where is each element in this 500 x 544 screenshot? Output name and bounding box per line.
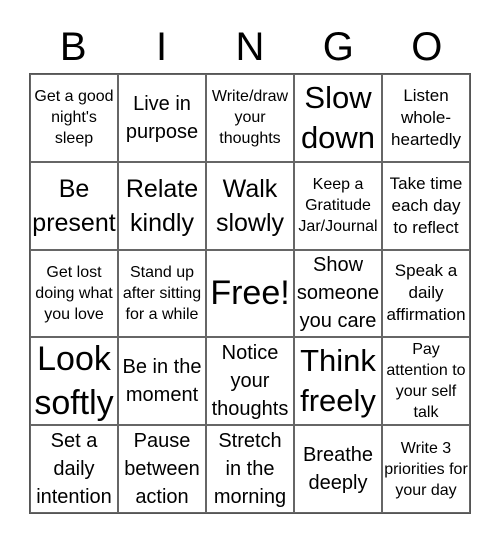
bingo-cell[interactable]: Write/draw your thoughts [206,74,294,162]
bingo-cell[interactable]: Think freely [294,337,382,426]
bingo-cell[interactable]: Stand up after sitting for a while [118,249,206,338]
bingo-board: Get a good night's sleep Live in purpose… [29,73,471,514]
bingo-cell[interactable]: Get a good night's sleep [30,74,118,162]
bingo-cell[interactable]: Relate kindly [118,161,206,250]
bingo-cell[interactable]: Stretch in the morning [206,425,294,513]
bingo-cell[interactable]: Speak a daily affirmation [382,249,470,338]
bingo-cell[interactable]: Set a daily intention [30,425,118,513]
bingo-cell[interactable]: Pause between action [118,425,206,513]
bingo-cell[interactable]: Show someone you care [294,249,382,338]
bingo-cell[interactable]: Be in the moment [118,337,206,426]
bingo-cell[interactable]: Be present [30,161,118,250]
bingo-cell[interactable]: Keep a Gratitude Jar/Journal [294,161,382,250]
bingo-header: B I N G O [29,22,471,72]
header-letter-g: G [322,25,354,69]
bingo-cell[interactable]: Take time each day to reflect [382,161,470,250]
bingo-cell[interactable]: Live in purpose [118,74,206,162]
bingo-cell[interactable]: Walk slowly [206,161,294,250]
bingo-cell[interactable]: Notice your thoughts [206,337,294,426]
bingo-cell[interactable]: Look softly [30,337,118,426]
header-letter-o: O [411,25,443,69]
free-space[interactable]: Free! [206,249,294,338]
header-letter-i: I [156,25,168,69]
bingo-cell[interactable]: Pay attention to your self talk [382,337,470,426]
header-letter-b: B [59,25,87,69]
bingo-cell[interactable]: Listen whole-heartedly [382,74,470,162]
bingo-cell[interactable]: Slow down [294,74,382,162]
bingo-cell[interactable]: Breathe deeply [294,425,382,513]
bingo-cell[interactable]: Write 3 priorities for your day [382,425,470,513]
bingo-cell[interactable]: Get lost doing what you love [30,249,118,338]
header-letter-n: N [235,25,265,69]
